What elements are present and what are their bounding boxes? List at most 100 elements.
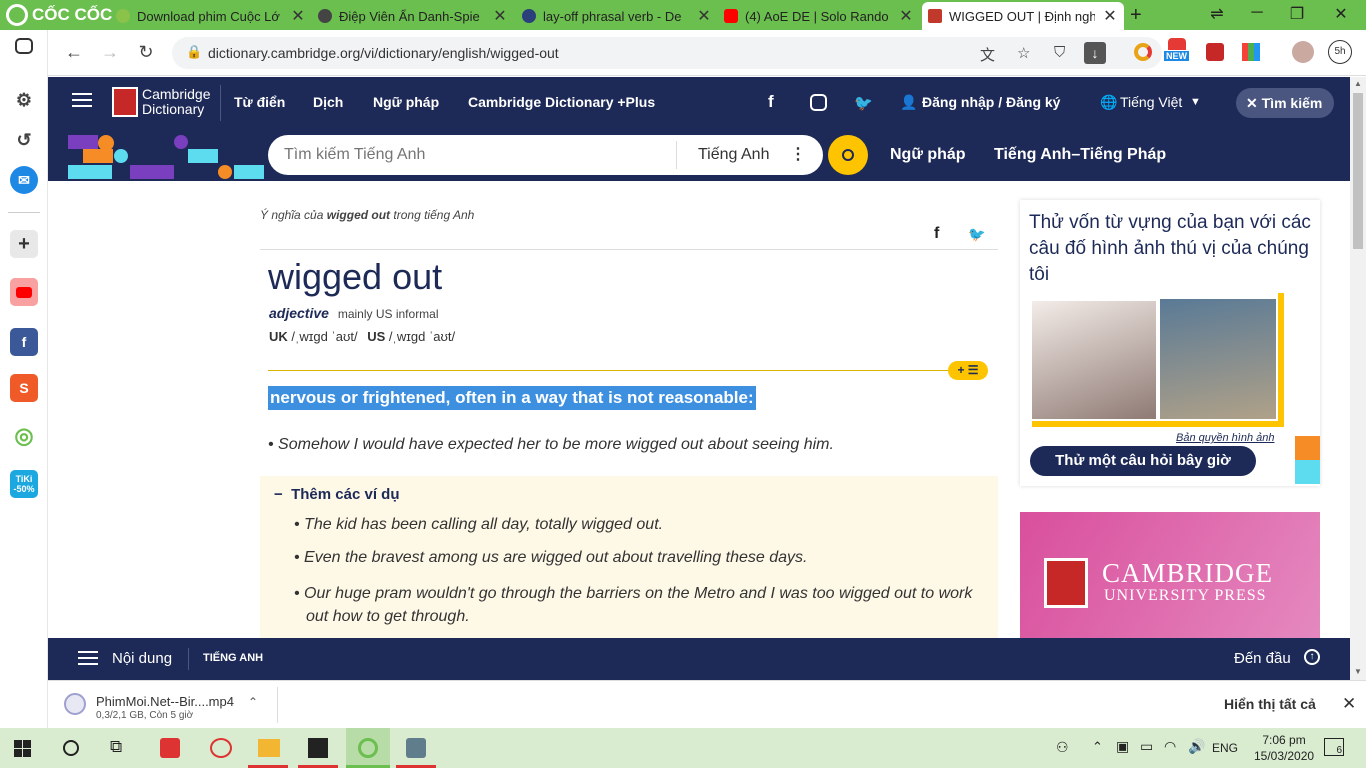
tab-1[interactable]: Download phim Cuộc Lớ ✕	[110, 2, 312, 30]
tab-5-active[interactable]: WIGGED OUT | Định ngh ✕	[922, 2, 1124, 30]
tab-4[interactable]: (4) AoE DE | Solo Rando ✕	[718, 2, 920, 30]
maximize-button[interactable]: ❐	[1282, 4, 1312, 24]
contents-button[interactable]: Nội dung	[112, 650, 172, 667]
shield-icon[interactable]: ⛉	[1054, 44, 1065, 61]
forward-button[interactable]: →	[98, 42, 122, 63]
tab-search-icon[interactable]: ⇌	[1202, 4, 1232, 24]
reload-button[interactable]: ↻	[134, 42, 158, 63]
scroll-up-icon[interactable]: ▲	[1354, 79, 1362, 88]
url-text[interactable]: dictionary.cambridge.org/vi/dictionary/e…	[208, 45, 559, 61]
close-tab-icon[interactable]: ✕	[898, 6, 914, 26]
people-icon[interactable]: ⚇	[1056, 739, 1069, 756]
coccoc-menu-button[interactable]: CỐC CỐC	[6, 3, 112, 27]
search-circle-icon[interactable]	[63, 740, 79, 756]
history-icon[interactable]: ↺	[10, 126, 38, 154]
arrow-up-icon[interactable]: ↑	[1304, 649, 1320, 665]
tab-3[interactable]: lay-off phrasal verb - De ✕	[516, 2, 718, 30]
close-tab-icon[interactable]: ✕	[696, 6, 712, 26]
messenger-icon[interactable]: ✉	[10, 166, 38, 194]
scrollbar-thumb[interactable]	[1353, 93, 1363, 249]
wifi-icon[interactable]: ◠	[1164, 738, 1176, 755]
search-input[interactable]	[284, 144, 664, 166]
copyright-link[interactable]: Bản quyền hình ảnh	[1176, 432, 1274, 444]
cup-ad-banner[interactable]: CAMBRIDGE UNIVERSITY PRESS	[1020, 512, 1320, 638]
tray-app-icon[interactable]: ▣	[1116, 738, 1129, 755]
user-icon[interactable]: 👤	[900, 94, 917, 111]
download-options-chevron-icon[interactable]: ⌃	[248, 695, 258, 709]
more-examples-toggle[interactable]: − Thêm các ví dụ	[274, 486, 399, 503]
search-toggle-button[interactable]: ✕ Tìm kiếm	[1236, 88, 1334, 118]
extension-grid-icon[interactable]	[1242, 43, 1260, 61]
close-tab-icon[interactable]: ✕	[492, 6, 508, 26]
instagram-icon[interactable]	[810, 94, 827, 111]
close-tab-icon[interactable]: ✕	[1102, 6, 1118, 26]
extension-new-icon[interactable]: NEW	[1164, 38, 1190, 66]
sub-nav-grammar[interactable]: Ngữ pháp	[890, 146, 966, 164]
nav-grammar[interactable]: Ngữ pháp	[373, 94, 439, 110]
coccoc-app-icon[interactable]: ◎	[10, 422, 38, 450]
extension-chrome-icon[interactable]	[1134, 43, 1152, 61]
expand-sense-button[interactable]: + ☰	[948, 361, 988, 380]
page-scrollbar[interactable]: ▲ ▼	[1350, 77, 1366, 680]
login-link[interactable]: Đăng nhập / Đăng ký	[922, 94, 1060, 110]
facebook-app-icon[interactable]: f	[10, 328, 38, 356]
timer-icon[interactable]: 5h	[1328, 40, 1352, 64]
minimize-button[interactable]: ─	[1242, 4, 1272, 22]
back-button[interactable]: ←	[62, 42, 86, 63]
profile-avatar[interactable]	[1292, 41, 1314, 63]
address-bar[interactable]: 🔒 dictionary.cambridge.org/vi/dictionary…	[172, 37, 1162, 69]
notification-center-icon[interactable]: 6	[1324, 738, 1344, 756]
lock-icon[interactable]: 🔒	[186, 44, 202, 60]
translate-icon[interactable]: 文	[980, 44, 995, 65]
cambridge-crest-icon[interactable]	[112, 87, 138, 117]
taskbar-app-4-icon[interactable]	[308, 738, 328, 758]
language-selector[interactable]: Tiếng Việt	[1120, 94, 1182, 110]
extension-red-icon[interactable]	[1206, 43, 1224, 61]
taskbar-app-1-icon[interactable]	[160, 738, 180, 758]
download-icon[interactable]: ↓	[1084, 42, 1106, 64]
sub-nav-english-french[interactable]: Tiếng Anh–Tiếng Pháp	[994, 146, 1166, 164]
back-to-top-link[interactable]: Đến đầu	[1234, 650, 1291, 667]
windows-start-icon[interactable]	[14, 740, 31, 757]
nav-dictionary-plus[interactable]: Cambridge Dictionary +Plus	[468, 94, 655, 110]
share-twitter-icon[interactable]: 🐦	[968, 226, 985, 243]
more-options-icon[interactable]: ⋮	[790, 144, 806, 164]
twitter-icon[interactable]: 🐦	[854, 94, 873, 112]
download-filename[interactable]: PhimMoi.Net--Bir....mp4	[96, 694, 234, 709]
contents-menu-icon[interactable]	[78, 651, 98, 653]
scroll-down-icon[interactable]: ▼	[1354, 667, 1362, 676]
volume-icon[interactable]: 🔊	[1188, 738, 1205, 755]
tab-2[interactable]: Điệp Viên Ẩn Danh-Spie ✕	[312, 2, 514, 30]
settings-gear-icon[interactable]: ⚙	[10, 86, 38, 114]
add-app-icon[interactable]: +	[10, 230, 38, 258]
close-downloads-icon[interactable]: ✕	[1342, 694, 1356, 714]
nav-translate[interactable]: Dịch	[313, 94, 343, 110]
task-view-icon[interactable]: ⧉	[110, 737, 122, 757]
quiz-image-frame[interactable]	[1032, 293, 1284, 427]
hamburger-menu-icon[interactable]	[72, 93, 92, 95]
chevron-down-icon[interactable]: ▼	[1190, 96, 1201, 108]
show-hidden-icons-chevron[interactable]: ⌃	[1092, 739, 1103, 755]
system-clock[interactable]: 7:06 pm 15/03/2020	[1254, 732, 1314, 764]
quiz-button[interactable]: Thử một câu hỏi bây giờ	[1030, 446, 1256, 476]
search-language-selector[interactable]: Tiếng Anh	[698, 146, 769, 164]
show-all-downloads-button[interactable]: Hiển thị tất cả	[1224, 696, 1316, 712]
shopee-app-icon[interactable]: S	[10, 374, 38, 402]
coccoc-taskbar-button[interactable]	[346, 728, 390, 768]
search-button[interactable]	[828, 135, 868, 175]
nav-dictionary[interactable]: Từ điển	[234, 94, 285, 110]
part-of-speech[interactable]: adjective	[269, 305, 329, 321]
tiki-app-icon[interactable]: TiKi -50%	[10, 470, 38, 498]
file-explorer-icon[interactable]	[258, 739, 280, 757]
input-language[interactable]: ENG	[1212, 741, 1238, 755]
youtube-app-icon[interactable]	[10, 278, 38, 306]
sidebar-toggle-icon[interactable]	[15, 38, 33, 54]
bookmark-star-icon[interactable]: ☆	[1017, 44, 1030, 62]
facebook-icon[interactable]: f	[768, 92, 774, 112]
close-window-button[interactable]: ✕	[1326, 4, 1356, 24]
new-tab-button[interactable]: +	[1130, 4, 1142, 27]
taskbar-app-2-icon[interactable]	[210, 738, 232, 758]
site-logo[interactable]: Cambridge Dictionary	[142, 87, 210, 117]
battery-icon[interactable]: ▭	[1140, 738, 1153, 755]
globe-icon[interactable]: 🌐	[1100, 94, 1117, 111]
